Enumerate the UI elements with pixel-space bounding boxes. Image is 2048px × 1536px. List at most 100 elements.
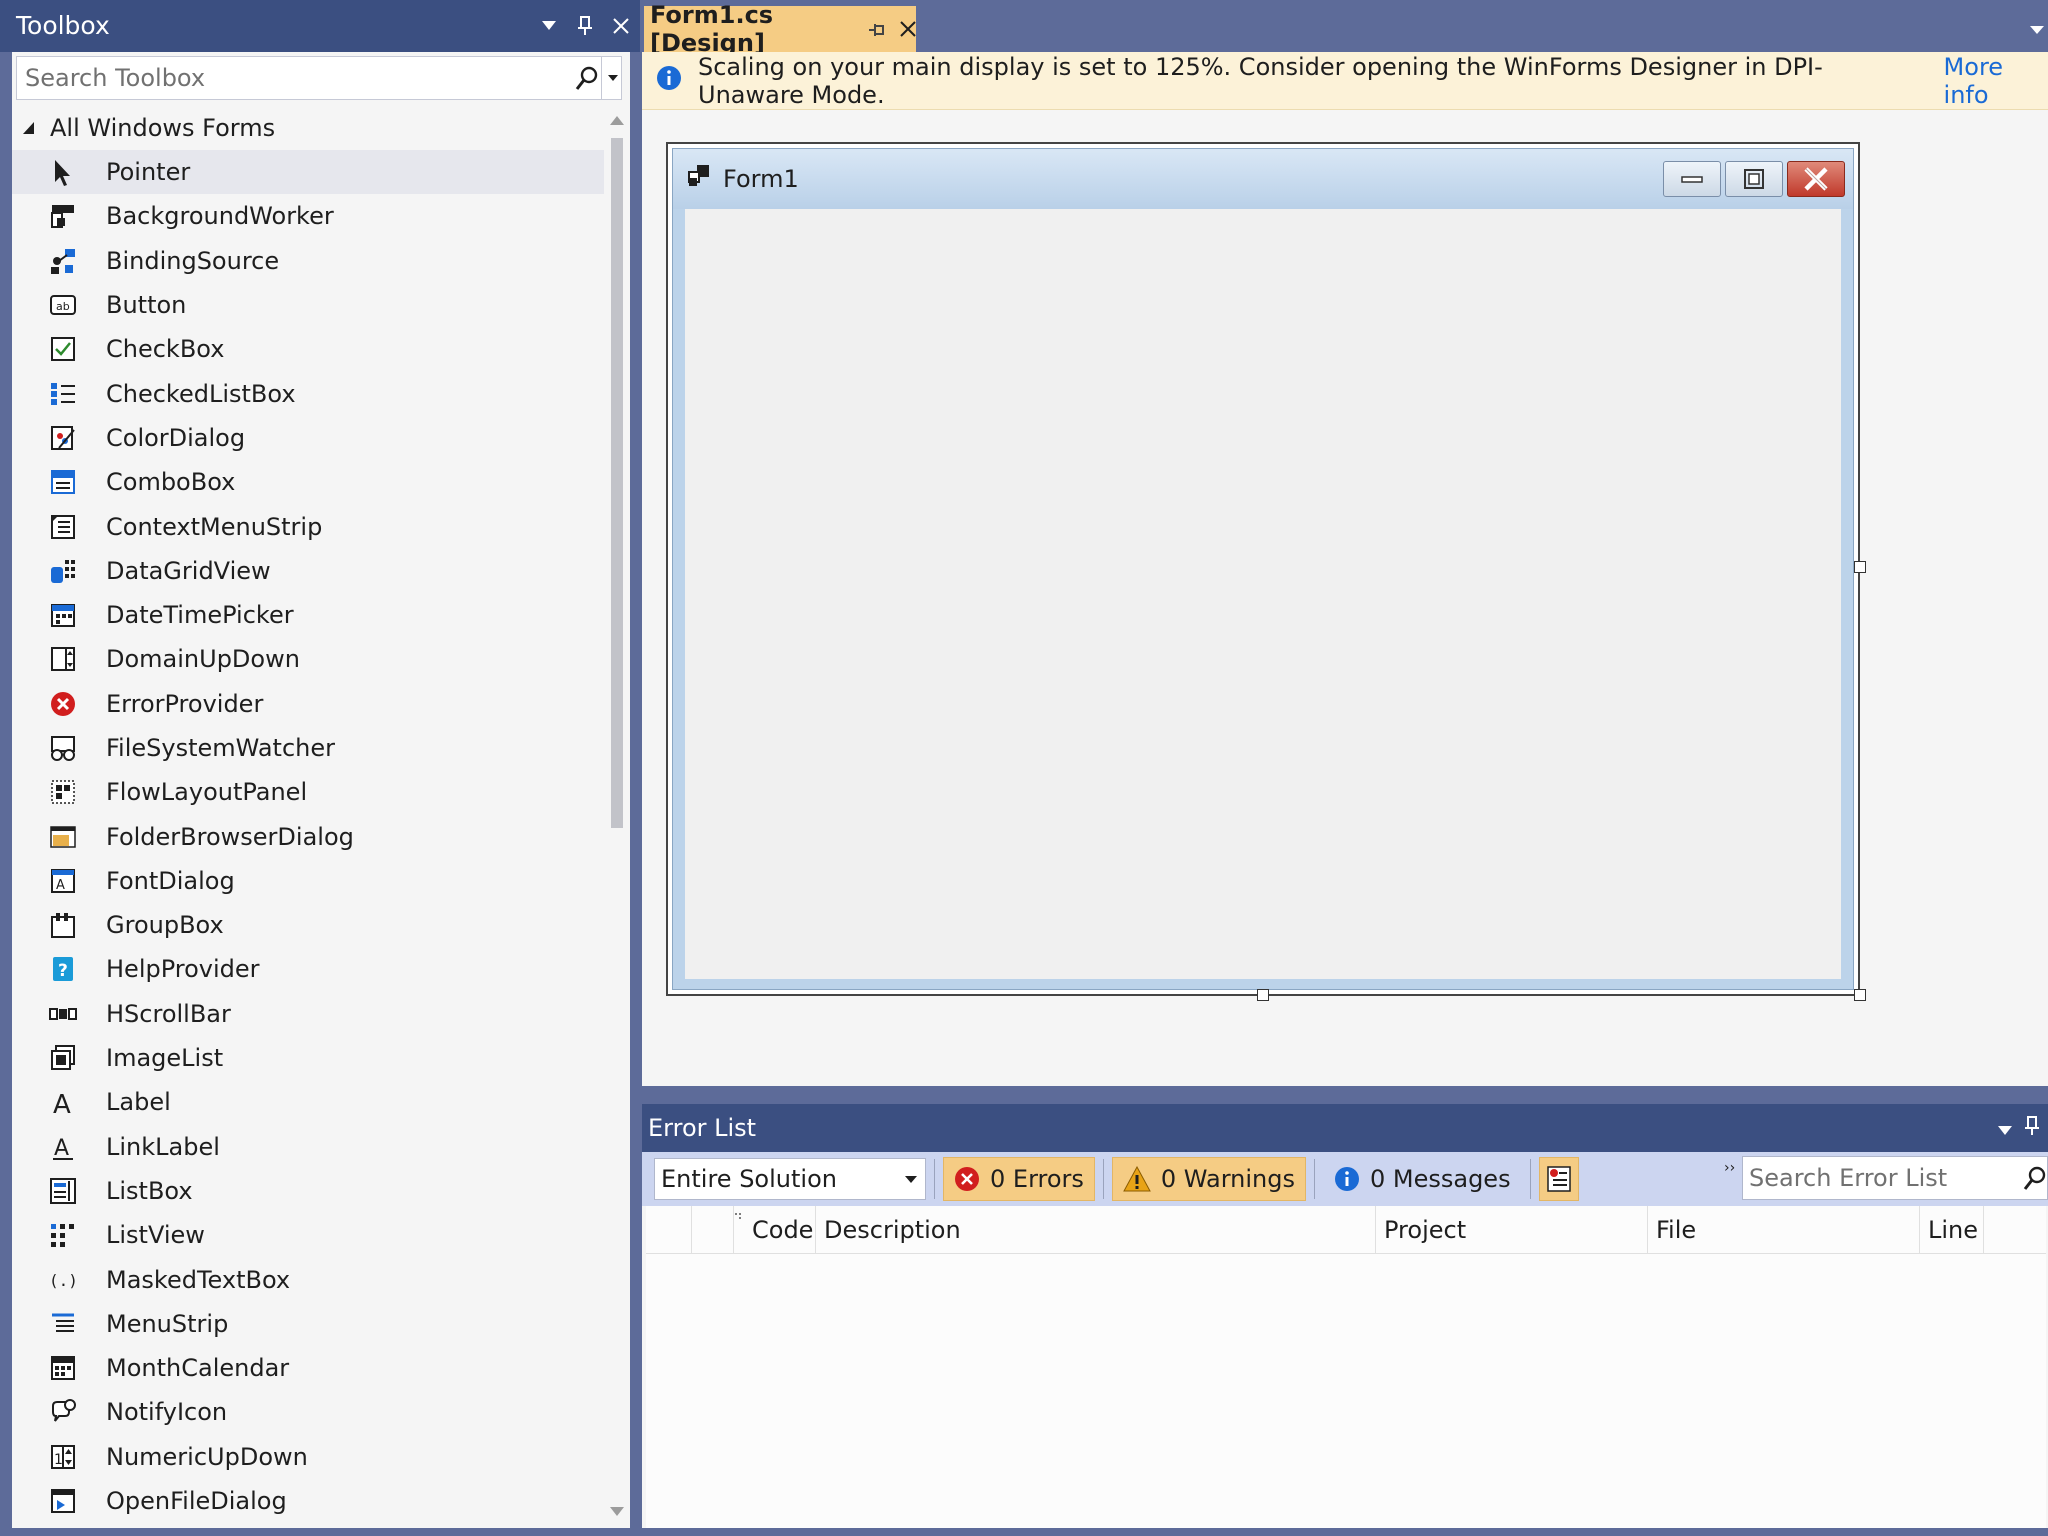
toolbox-item-backgroundworker[interactable]: BackgroundWorker	[12, 194, 604, 238]
toolbox-item-label: NotifyIcon	[106, 1398, 228, 1427]
build-intellisense-filter-button[interactable]	[1538, 1157, 1579, 1201]
resize-handle-bottom[interactable]	[1257, 989, 1269, 1001]
form1-titlebar[interactable]: Form1	[673, 149, 1853, 209]
toolbox-item-listbox[interactable]: ListBox	[12, 1169, 604, 1213]
toolbox-item-pointer[interactable]: Pointer	[12, 150, 604, 195]
scope-dropdown[interactable]: Entire Solution	[654, 1158, 926, 1200]
toolbox-item-button[interactable]: ab Button	[12, 283, 604, 327]
toolbox-item-label: BackgroundWorker	[106, 202, 334, 231]
toolbox-search-input[interactable]	[17, 57, 567, 99]
toolbox-item-colordialog[interactable]: ColorDialog	[12, 416, 604, 460]
search-options-dropdown[interactable]	[601, 57, 623, 99]
groupbox-icon	[48, 910, 78, 940]
svg-text:A: A	[54, 1136, 69, 1161]
scroll-thumb[interactable]	[611, 138, 623, 828]
form1-window[interactable]: Form1	[672, 148, 1854, 990]
checkbox-icon	[48, 334, 78, 364]
numeric-updown-icon: 1	[48, 1442, 78, 1472]
toolbox-item-errorprovider[interactable]: ErrorProvider	[12, 682, 604, 726]
toolbox-scrollbar[interactable]	[604, 106, 630, 1526]
expand-triangle-icon[interactable]	[22, 121, 36, 135]
toolbox-item-helpprovider[interactable]: ? HelpProvider	[12, 947, 604, 991]
toolbox-item-checkbox[interactable]: CheckBox	[12, 327, 604, 371]
toolbox-item-groupbox[interactable]: GroupBox	[12, 903, 604, 947]
toolbox-body: All Windows Forms Pointer BackgroundWorke…	[12, 52, 630, 1528]
label-icon: A	[48, 1087, 78, 1117]
errors-filter-button[interactable]: 0 Errors	[943, 1157, 1095, 1201]
toolbox-item-combobox[interactable]: ComboBox	[12, 460, 604, 504]
search-icon[interactable]	[575, 65, 599, 95]
toolbox-item-hscrollbar[interactable]: HScrollBar	[12, 992, 604, 1036]
scroll-up-icon[interactable]	[610, 116, 624, 125]
toolbox-item-datagridview[interactable]: DataGridView	[12, 549, 604, 593]
toolbox-item-label: DateTimePicker	[106, 601, 294, 630]
error-list-rows	[646, 1254, 2046, 1528]
close-button[interactable]	[1787, 161, 1845, 197]
toolbox-item-label: DomainUpDown	[106, 645, 300, 674]
toolbox-item-imagelist[interactable]: ImageList	[12, 1036, 604, 1080]
toolbar-overflow-icon[interactable]: ››	[1724, 1160, 1735, 1176]
datetime-picker-icon	[48, 600, 78, 630]
resize-handle-bottom-right[interactable]	[1854, 989, 1866, 1001]
toolbox-item-label: FontDialog	[106, 866, 235, 895]
toolbox-item-bindingsource[interactable]: BindingSource	[12, 239, 604, 283]
chevron-down-icon[interactable]	[538, 15, 560, 37]
toolbox-titlebar: Toolbox	[0, 0, 640, 52]
chevron-down-icon[interactable]	[1998, 1104, 2012, 1152]
close-icon[interactable]	[610, 15, 632, 37]
error-list-header: Code Description Project File Line	[646, 1206, 2046, 1254]
window-frame-bottom	[0, 1528, 2048, 1536]
minimize-button[interactable]	[1663, 161, 1721, 197]
toolbox-item-openfiledialog[interactable]: OpenFileDialog	[12, 1479, 604, 1523]
toolbox-item-listview[interactable]: ListView	[12, 1213, 604, 1257]
toolbox-item-label: GroupBox	[106, 911, 224, 940]
toolbox-item-filesystemwatcher[interactable]: FileSystemWatcher	[12, 726, 604, 770]
pin-icon[interactable]	[868, 15, 886, 43]
search-icon[interactable]	[2023, 1165, 2047, 1195]
column-header-code[interactable]: Code	[744, 1206, 816, 1254]
column-header-project[interactable]: Project	[1376, 1206, 1648, 1254]
toolbox-group-header[interactable]: All Windows Forms	[12, 106, 604, 150]
tab-form1-design[interactable]: Form1.cs [Design]	[644, 1, 916, 57]
toolbox-item-fontdialog[interactable]: A FontDialog	[12, 859, 604, 903]
toolbox-search-box	[16, 56, 622, 100]
dpi-info-bar: Scaling on your main display is set to 1…	[642, 52, 2048, 110]
toolbox-item-label: HScrollBar	[106, 999, 231, 1028]
toolbox-item-label[interactable]: A Label	[12, 1080, 604, 1124]
toolbox-item-folderbrowserdialog[interactable]: FolderBrowserDialog	[12, 814, 604, 858]
warnings-filter-button[interactable]: 0 Warnings	[1111, 1157, 1306, 1201]
toolbox-item-datetimepicker[interactable]: DateTimePicker	[12, 593, 604, 637]
column-header-line[interactable]: Line	[1920, 1206, 1984, 1254]
maximize-button[interactable]	[1725, 161, 1783, 197]
column-header-file[interactable]: File	[1648, 1206, 1920, 1254]
close-icon[interactable]	[900, 15, 916, 43]
more-info-link[interactable]: More info	[1944, 53, 2048, 109]
pin-icon[interactable]	[2024, 1104, 2040, 1152]
column-header-suppression[interactable]	[692, 1206, 734, 1254]
messages-filter-button[interactable]: 0 Messages	[1323, 1157, 1522, 1201]
chevron-down-icon[interactable]	[2030, 20, 2044, 39]
toolbox-item-menustrip[interactable]: MenuStrip	[12, 1302, 604, 1346]
toolbox-item-maskedtextbox[interactable]: (.)- MaskedTextBox	[12, 1257, 604, 1301]
error-list-search-input[interactable]	[1743, 1157, 2013, 1199]
button-icon: ab	[48, 290, 78, 320]
form-selection-frame[interactable]: Form1	[666, 142, 1860, 996]
toolbar-separator	[1102, 1159, 1104, 1199]
resize-handle-right[interactable]	[1854, 561, 1866, 573]
help-provider-icon: ?	[48, 954, 78, 984]
toolbox-item-domainupdown[interactable]: DomainUpDown	[12, 637, 604, 681]
toolbox-item-linklabel[interactable]: A LinkLabel	[12, 1125, 604, 1169]
toolbox-item-monthcalendar[interactable]: MonthCalendar	[12, 1346, 604, 1390]
toolbox-item-flowlayoutpanel[interactable]: FlowLayoutPanel	[12, 770, 604, 814]
toolbox-item-numericupdown[interactable]: 1 NumericUpDown	[12, 1435, 604, 1479]
scroll-down-icon[interactable]	[610, 1507, 624, 1516]
toolbox-item-contextmenustrip[interactable]: ContextMenuStrip	[12, 504, 604, 548]
form1-client-area[interactable]	[685, 209, 1841, 979]
column-header-severity[interactable]	[646, 1206, 692, 1254]
minimize-icon	[1681, 176, 1703, 183]
listbox-icon	[48, 1176, 78, 1206]
toolbox-item-checkedlistbox[interactable]: CheckedListBox	[12, 371, 604, 415]
toolbox-item-notifyicon[interactable]: NotifyIcon	[12, 1390, 604, 1434]
column-header-description[interactable]: Description	[816, 1206, 1376, 1254]
pin-icon[interactable]	[574, 15, 596, 37]
